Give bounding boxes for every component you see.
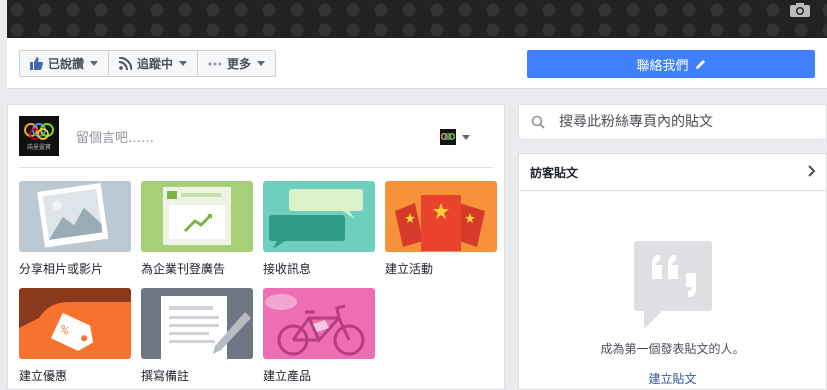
avatar-text: 諾曼靈寶 [26,143,51,151]
more-button[interactable]: 更多 [198,51,275,76]
tile-write-note[interactable]: 撰寫備註 [141,288,253,384]
chevron-down-icon [462,134,470,140]
tile-label: 建立活動 [385,262,434,276]
empty-state-message: 成為第一個發表貼文的人。 [600,342,745,356]
tile-get-messages[interactable]: 接收訊息 [263,181,375,277]
contact-us-label: 聯絡我們 [636,58,689,74]
cover-photo [7,0,827,38]
chevron-right-icon [808,164,816,180]
following-label: 追蹤中 [137,57,174,71]
brand-logo-icon [24,122,54,140]
chevron-down-icon [179,61,188,66]
chevron-down-icon [257,61,266,66]
post-composer: 諾曼靈寶 留個言吧…… 分享相片或影片 為企業刊登廣告 接收訊息 建立活動 % … [7,104,505,390]
product-icon [263,288,375,359]
tile-create-product[interactable]: 建立產品 [263,288,375,384]
thumbs-up-icon [30,57,43,70]
search-icon [531,115,545,129]
photo-icon [19,181,131,252]
event-icon [385,181,497,252]
tile-label: 建立優惠 [19,369,68,383]
page-post-search [518,104,827,140]
message-icon [263,181,375,252]
tile-label: 撰寫備註 [141,369,190,383]
liked-label: 已說讚 [48,57,85,71]
tile-label: 接收訊息 [263,262,312,276]
pencil-icon [695,59,706,70]
more-dots-icon [208,62,222,66]
page-button-group: 已說讚 追蹤中 更多 [19,50,277,77]
page-avatar-mini [440,129,456,145]
visitor-posts-title: 訪客貼文 [530,165,579,180]
following-button[interactable]: 追蹤中 [109,51,199,76]
composer-input[interactable]: 留個言吧…… [76,127,154,146]
liked-button[interactable]: 已說讚 [20,51,110,76]
rss-icon [119,57,133,70]
contact-us-button[interactable]: 聯絡我們 [527,50,815,78]
camera-icon[interactable] [789,2,811,18]
post-as-selector[interactable] [440,129,470,145]
search-input[interactable] [559,114,799,130]
visitor-posts-header[interactable]: 訪客貼文 [519,154,826,191]
more-label: 更多 [227,57,252,71]
quote-bubble-icon [519,241,826,329]
tile-label: 建立產品 [263,369,312,383]
tile-share-photo[interactable]: 分享相片或影片 [19,181,131,277]
tile-label: 為企業刊登廣告 [141,262,226,276]
visitor-posts-panel: 訪客貼文 成為第一個發表貼文的人。 建立貼文 [518,153,827,390]
page-action-bar: 已說讚 追蹤中 更多 聯絡我們 [7,38,827,89]
chevron-down-icon [90,61,99,66]
tile-label: 分享相片或影片 [19,262,104,276]
note-icon [141,288,253,359]
tile-advertise[interactable]: 為企業刊登廣告 [141,181,253,277]
tile-create-offer[interactable]: % 建立優惠 [19,288,131,384]
tile-create-event[interactable]: 建立活動 [385,181,497,277]
page-avatar: 諾曼靈寶 [19,116,59,156]
create-post-link[interactable]: 建立貼文 [519,370,826,387]
offer-icon: % [19,288,131,359]
advertise-icon [141,181,253,252]
composer-divider [19,167,493,168]
